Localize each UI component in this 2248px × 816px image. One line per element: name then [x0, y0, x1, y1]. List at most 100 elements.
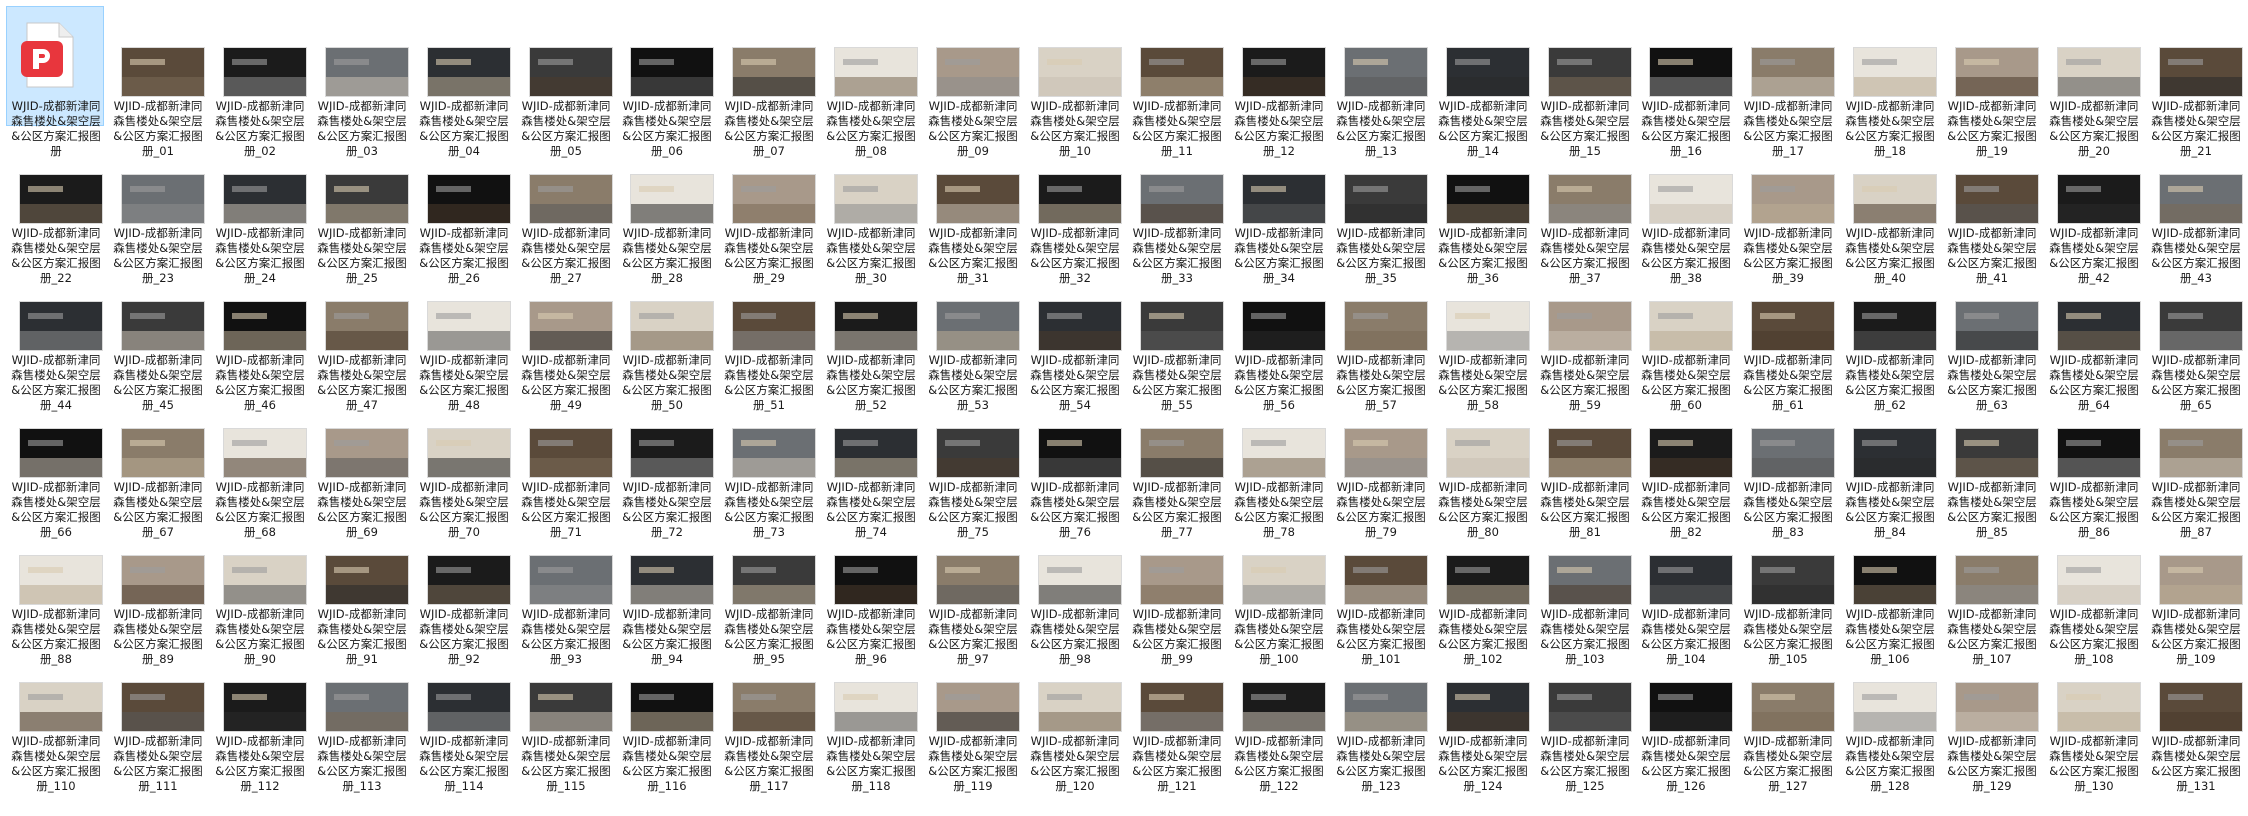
image-file-item[interactable]: WJID-成都新津同森售楼处&架空层&公区方案汇报图册_20: [2044, 6, 2142, 158]
image-file-item[interactable]: WJID-成都新津同森售楼处&架空层&公区方案汇报图册_130: [2044, 641, 2142, 793]
image-file-item[interactable]: WJID-成都新津同森售楼处&架空层&公区方案汇报图册_79: [1331, 387, 1429, 539]
image-file-item[interactable]: WJID-成都新津同森售楼处&架空层&公区方案汇报图册_73: [719, 387, 817, 539]
image-file-item[interactable]: WJID-成都新津同森售楼处&架空层&公区方案汇报图册_100: [1229, 514, 1327, 666]
image-file-item[interactable]: WJID-成都新津同森售楼处&架空层&公区方案汇报图册_101: [1331, 514, 1429, 666]
image-file-item[interactable]: WJID-成都新津同森售楼处&架空层&公区方案汇报图册_113: [312, 641, 410, 793]
image-file-item[interactable]: WJID-成都新津同森售楼处&架空层&公区方案汇报图册_49: [516, 260, 614, 412]
image-file-item[interactable]: WJID-成都新津同森售楼处&架空层&公区方案汇报图册_01: [108, 6, 206, 158]
image-file-item[interactable]: WJID-成都新津同森售楼处&架空层&公区方案汇报图册_110: [6, 641, 104, 793]
image-file-item[interactable]: WJID-成都新津同森售楼处&架空层&公区方案汇报图册_84: [1840, 387, 1938, 539]
image-file-item[interactable]: WJID-成都新津同森售楼处&架空层&公区方案汇报图册_19: [1942, 6, 2040, 158]
image-file-item[interactable]: WJID-成都新津同森售楼处&架空层&公区方案汇报图册_114: [414, 641, 512, 793]
image-file-item[interactable]: WJID-成都新津同森售楼处&架空层&公区方案汇报图册_11: [1127, 6, 1225, 158]
image-file-item[interactable]: WJID-成都新津同森售楼处&架空层&公区方案汇报图册_122: [1229, 641, 1327, 793]
image-file-item[interactable]: WJID-成都新津同森售楼处&架空层&公区方案汇报图册_89: [108, 514, 206, 666]
image-file-item[interactable]: WJID-成都新津同森售楼处&架空层&公区方案汇报图册_46: [210, 260, 308, 412]
image-file-item[interactable]: WJID-成都新津同森售楼处&架空层&公区方案汇报图册_43: [2146, 133, 2244, 285]
image-file-item[interactable]: WJID-成都新津同森售楼处&架空层&公区方案汇报图册_17: [1738, 6, 1836, 158]
image-file-item[interactable]: WJID-成都新津同森售楼处&架空层&公区方案汇报图册_111: [108, 641, 206, 793]
image-file-item[interactable]: WJID-成都新津同森售楼处&架空层&公区方案汇报图册_38: [1636, 133, 1734, 285]
image-file-item[interactable]: WJID-成都新津同森售楼处&架空层&公区方案汇报图册_123: [1331, 641, 1429, 793]
image-file-item[interactable]: WJID-成都新津同森售楼处&架空层&公区方案汇报图册_90: [210, 514, 308, 666]
pdf-file-item[interactable]: WJID-成都新津同森售楼处&架空层&公区方案汇报图册: [6, 6, 104, 158]
image-file-item[interactable]: WJID-成都新津同森售楼处&架空层&公区方案汇报图册_56: [1229, 260, 1327, 412]
image-file-item[interactable]: WJID-成都新津同森售楼处&架空层&公区方案汇报图册_25: [312, 133, 410, 285]
image-file-item[interactable]: WJID-成都新津同森售楼处&架空层&公区方案汇报图册_104: [1636, 514, 1734, 666]
image-file-item[interactable]: WJID-成都新津同森售楼处&架空层&公区方案汇报图册_120: [1025, 641, 1123, 793]
image-file-item[interactable]: WJID-成都新津同森售楼处&架空层&公区方案汇报图册_60: [1636, 260, 1734, 412]
image-file-item[interactable]: WJID-成都新津同森售楼处&架空层&公区方案汇报图册_106: [1840, 514, 1938, 666]
image-file-item[interactable]: WJID-成都新津同森售楼处&架空层&公区方案汇报图册_59: [1535, 260, 1633, 412]
image-file-item[interactable]: WJID-成都新津同森售楼处&架空层&公区方案汇报图册_48: [414, 260, 512, 412]
image-file-item[interactable]: WJID-成都新津同森售楼处&架空层&公区方案汇报图册_28: [617, 133, 715, 285]
image-file-item[interactable]: WJID-成都新津同森售楼处&架空层&公区方案汇报图册_45: [108, 260, 206, 412]
image-file-item[interactable]: WJID-成都新津同森售楼处&架空层&公区方案汇报图册_105: [1738, 514, 1836, 666]
image-file-item[interactable]: WJID-成都新津同森售楼处&架空层&公区方案汇报图册_69: [312, 387, 410, 539]
image-file-item[interactable]: WJID-成都新津同森售楼处&架空层&公区方案汇报图册_115: [516, 641, 614, 793]
image-file-item[interactable]: WJID-成都新津同森售楼处&架空层&公区方案汇报图册_54: [1025, 260, 1123, 412]
image-file-item[interactable]: WJID-成都新津同森售楼处&架空层&公区方案汇报图册_78: [1229, 387, 1327, 539]
image-file-item[interactable]: WJID-成都新津同森售楼处&架空层&公区方案汇报图册_47: [312, 260, 410, 412]
image-file-item[interactable]: WJID-成都新津同森售楼处&架空层&公区方案汇报图册_91: [312, 514, 410, 666]
image-file-item[interactable]: WJID-成都新津同森售楼处&架空层&公区方案汇报图册_58: [1433, 260, 1531, 412]
image-file-item[interactable]: WJID-成都新津同森售楼处&架空层&公区方案汇报图册_88: [6, 514, 104, 666]
image-file-item[interactable]: WJID-成都新津同森售楼处&架空层&公区方案汇报图册_35: [1331, 133, 1429, 285]
image-file-item[interactable]: WJID-成都新津同森售楼处&架空层&公区方案汇报图册_15: [1535, 6, 1633, 158]
image-file-item[interactable]: WJID-成都新津同森售楼处&架空层&公区方案汇报图册_40: [1840, 133, 1938, 285]
image-file-item[interactable]: WJID-成都新津同森售楼处&架空层&公区方案汇报图册_31: [923, 133, 1021, 285]
image-file-item[interactable]: WJID-成都新津同森售楼处&架空层&公区方案汇报图册_44: [6, 260, 104, 412]
image-file-item[interactable]: WJID-成都新津同森售楼处&架空层&公区方案汇报图册_96: [821, 514, 919, 666]
image-file-item[interactable]: WJID-成都新津同森售楼处&架空层&公区方案汇报图册_117: [719, 641, 817, 793]
image-file-item[interactable]: WJID-成都新津同森售楼处&架空层&公区方案汇报图册_07: [719, 6, 817, 158]
image-file-item[interactable]: WJID-成都新津同森售楼处&架空层&公区方案汇报图册_63: [1942, 260, 2040, 412]
image-file-item[interactable]: WJID-成都新津同森售楼处&架空层&公区方案汇报图册_93: [516, 514, 614, 666]
image-file-item[interactable]: WJID-成都新津同森售楼处&架空层&公区方案汇报图册_13: [1331, 6, 1429, 158]
image-file-item[interactable]: WJID-成都新津同森售楼处&架空层&公区方案汇报图册_75: [923, 387, 1021, 539]
image-file-item[interactable]: WJID-成都新津同森售楼处&架空层&公区方案汇报图册_03: [312, 6, 410, 158]
image-file-item[interactable]: WJID-成都新津同森售楼处&架空层&公区方案汇报图册_71: [516, 387, 614, 539]
image-file-item[interactable]: WJID-成都新津同森售楼处&架空层&公区方案汇报图册_23: [108, 133, 206, 285]
image-file-item[interactable]: WJID-成都新津同森售楼处&架空层&公区方案汇报图册_18: [1840, 6, 1938, 158]
image-file-item[interactable]: WJID-成都新津同森售楼处&架空层&公区方案汇报图册_41: [1942, 133, 2040, 285]
image-file-item[interactable]: WJID-成都新津同森售楼处&架空层&公区方案汇报图册_65: [2146, 260, 2244, 412]
image-file-item[interactable]: WJID-成都新津同森售楼处&架空层&公区方案汇报图册_108: [2044, 514, 2142, 666]
image-file-item[interactable]: WJID-成都新津同森售楼处&架空层&公区方案汇报图册_98: [1025, 514, 1123, 666]
image-file-item[interactable]: WJID-成都新津同森售楼处&架空层&公区方案汇报图册_118: [821, 641, 919, 793]
image-file-item[interactable]: WJID-成都新津同森售楼处&架空层&公区方案汇报图册_95: [719, 514, 817, 666]
image-file-item[interactable]: WJID-成都新津同森售楼处&架空层&公区方案汇报图册_21: [2146, 6, 2244, 158]
image-file-item[interactable]: WJID-成都新津同森售楼处&架空层&公区方案汇报图册_97: [923, 514, 1021, 666]
image-file-item[interactable]: WJID-成都新津同森售楼处&架空层&公区方案汇报图册_06: [617, 6, 715, 158]
image-file-item[interactable]: WJID-成都新津同森售楼处&架空层&公区方案汇报图册_70: [414, 387, 512, 539]
image-file-item[interactable]: WJID-成都新津同森售楼处&架空层&公区方案汇报图册_02: [210, 6, 308, 158]
image-file-item[interactable]: WJID-成都新津同森售楼处&架空层&公区方案汇报图册_32: [1025, 133, 1123, 285]
image-file-item[interactable]: WJID-成都新津同森售楼处&架空层&公区方案汇报图册_103: [1535, 514, 1633, 666]
image-file-item[interactable]: WJID-成都新津同森售楼处&架空层&公区方案汇报图册_33: [1127, 133, 1225, 285]
image-file-item[interactable]: WJID-成都新津同森售楼处&架空层&公区方案汇报图册_112: [210, 641, 308, 793]
image-file-item[interactable]: WJID-成都新津同森售楼处&架空层&公区方案汇报图册_126: [1636, 641, 1734, 793]
image-file-item[interactable]: WJID-成都新津同森售楼处&架空层&公区方案汇报图册_05: [516, 6, 614, 158]
image-file-item[interactable]: WJID-成都新津同森售楼处&架空层&公区方案汇报图册_36: [1433, 133, 1531, 285]
image-file-item[interactable]: WJID-成都新津同森售楼处&架空层&公区方案汇报图册_62: [1840, 260, 1938, 412]
image-file-item[interactable]: WJID-成都新津同森售楼处&架空层&公区方案汇报图册_80: [1433, 387, 1531, 539]
image-file-item[interactable]: WJID-成都新津同森售楼处&架空层&公区方案汇报图册_116: [617, 641, 715, 793]
image-file-item[interactable]: WJID-成都新津同森售楼处&架空层&公区方案汇报图册_68: [210, 387, 308, 539]
image-file-item[interactable]: WJID-成都新津同森售楼处&架空层&公区方案汇报图册_119: [923, 641, 1021, 793]
image-file-item[interactable]: WJID-成都新津同森售楼处&架空层&公区方案汇报图册_26: [414, 133, 512, 285]
image-file-item[interactable]: WJID-成都新津同森售楼处&架空层&公区方案汇报图册_77: [1127, 387, 1225, 539]
image-file-item[interactable]: WJID-成都新津同森售楼处&架空层&公区方案汇报图册_09: [923, 6, 1021, 158]
image-file-item[interactable]: WJID-成都新津同森售楼处&架空层&公区方案汇报图册_50: [617, 260, 715, 412]
image-file-item[interactable]: WJID-成都新津同森售楼处&架空层&公区方案汇报图册_87: [2146, 387, 2244, 539]
image-file-item[interactable]: WJID-成都新津同森售楼处&架空层&公区方案汇报图册_99: [1127, 514, 1225, 666]
image-file-item[interactable]: WJID-成都新津同森售楼处&架空层&公区方案汇报图册_83: [1738, 387, 1836, 539]
image-file-item[interactable]: WJID-成都新津同森售楼处&架空层&公区方案汇报图册_24: [210, 133, 308, 285]
image-file-item[interactable]: WJID-成都新津同森售楼处&架空层&公区方案汇报图册_55: [1127, 260, 1225, 412]
image-file-item[interactable]: WJID-成都新津同森售楼处&架空层&公区方案汇报图册_29: [719, 133, 817, 285]
image-file-item[interactable]: WJID-成都新津同森售楼处&架空层&公区方案汇报图册_27: [516, 133, 614, 285]
image-file-item[interactable]: WJID-成都新津同森售楼处&架空层&公区方案汇报图册_124: [1433, 641, 1531, 793]
image-file-item[interactable]: WJID-成都新津同森售楼处&架空层&公区方案汇报图册_125: [1535, 641, 1633, 793]
image-file-item[interactable]: WJID-成都新津同森售楼处&架空层&公区方案汇报图册_12: [1229, 6, 1327, 158]
image-file-item[interactable]: WJID-成都新津同森售楼处&架空层&公区方案汇报图册_94: [617, 514, 715, 666]
image-file-item[interactable]: WJID-成都新津同森售楼处&架空层&公区方案汇报图册_85: [1942, 387, 2040, 539]
image-file-item[interactable]: WJID-成都新津同森售楼处&架空层&公区方案汇报图册_74: [821, 387, 919, 539]
image-file-item[interactable]: WJID-成都新津同森售楼处&架空层&公区方案汇报图册_61: [1738, 260, 1836, 412]
